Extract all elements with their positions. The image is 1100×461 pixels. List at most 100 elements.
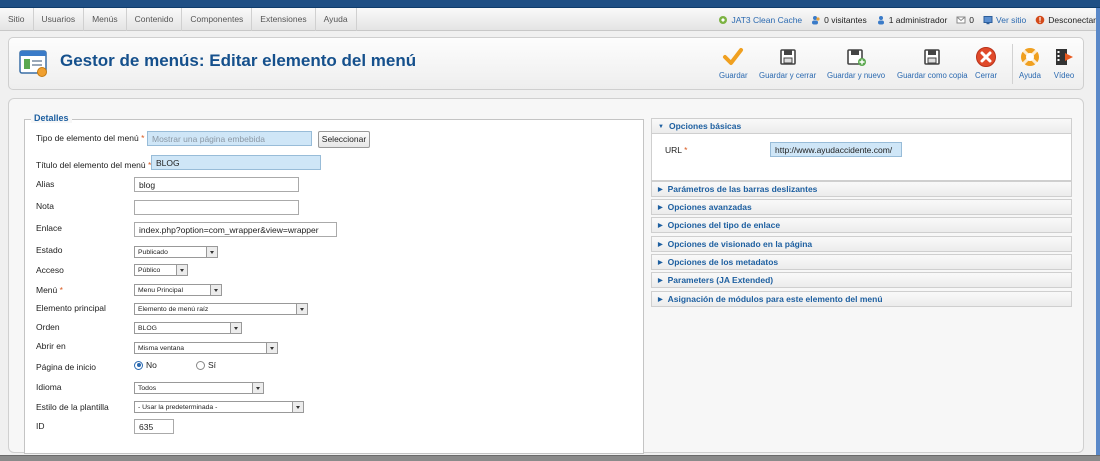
panel-sliders[interactable]: ▶ Parámetros de las barras deslizantes [651,181,1072,197]
menu-manager-icon [19,50,47,77]
parent-item-label: Elemento principal [36,303,106,313]
access-select[interactable]: Público [134,264,188,276]
panel-advanced[interactable]: ▶ Opciones avanzadas [651,199,1072,215]
page-title: Gestor de menús: Editar elemento del men… [60,51,417,70]
note-label: Nota [36,201,54,211]
alias-input[interactable]: blog [134,177,299,192]
save-new-label: Guardar y nuevo [827,71,886,80]
state-label: Estado [36,245,63,255]
logout-link[interactable]: Desconectar [1035,15,1096,25]
home-page-label: Página de inicio [36,362,97,372]
home-yes-radio[interactable]: Sí [196,360,216,370]
triangle-right-icon: ▶ [658,260,663,266]
order-select[interactable]: BLOG [134,322,242,334]
access-select-value: Público [138,267,161,274]
save-close-icon [779,49,796,65]
chevron-down-icon [210,285,221,295]
visitors-status: 0 visitantes [811,15,867,25]
triangle-right-icon: ▶ [658,205,663,211]
home-no-radio[interactable]: No [134,360,157,370]
panel-link-type[interactable]: ▶ Opciones del tipo de enlace [651,217,1072,233]
bottom-bar [0,455,1100,461]
clean-cache-label: JAT3 Clean Cache [731,14,803,25]
id-label: ID [36,421,45,431]
menu-item-contenido[interactable]: Contenido [127,8,183,31]
menu-item-usuarios[interactable]: Usuarios [34,8,85,31]
checkmark-icon [723,48,744,65]
panel-link-type-title: Opciones del tipo de enlace [667,220,781,230]
triangle-right-icon: ▶ [658,223,663,229]
save-new-button[interactable]: Guardar y nuevo [827,46,885,80]
menu-item-componentes[interactable]: Componentes [182,8,253,31]
triangle-down-icon: ▼ [658,124,664,130]
top-strip [0,0,1100,8]
panel-basic-options-title: Opciones básicas [668,121,742,131]
panel-page-display[interactable]: ▶ Opciones de visionado en la página [651,236,1072,252]
chevron-down-icon [252,383,263,393]
menu-item-type-field: Mostrar una página embebida [147,131,312,146]
save-copy-button[interactable]: Guardar como copia [897,46,968,80]
template-style-select[interactable]: - Usar la predeterminada - [134,401,304,413]
home-yes-label: Sí [208,360,217,370]
select-type-button[interactable]: Seleccionar [318,131,370,148]
note-input[interactable] [134,200,299,215]
menu-item-sitio[interactable]: Sitio [0,8,34,31]
language-select[interactable]: Todos [134,382,264,394]
save-button[interactable]: Guardar [719,46,748,80]
radio-empty-icon [196,360,205,370]
home-no-label: No [146,360,157,370]
panel-basic-options-body: URL * http://www.ayudaccidente.com/ [651,134,1072,181]
help-label: Ayuda [1019,71,1041,80]
chevron-down-icon [292,402,303,412]
view-site-label: Ver sitio [996,14,1027,25]
visitors-count: 0 visitantes [824,14,867,25]
open-in-select[interactable]: Misma ventana [134,342,278,354]
logout-label: Desconectar [1048,14,1096,25]
view-site-link[interactable]: Ver sitio [983,15,1026,25]
url-input[interactable]: http://www.ayudaccidente.com/ [770,142,902,157]
state-select[interactable]: Publicado [134,246,218,258]
panel-metadata[interactable]: ▶ Opciones de los metadatos [651,254,1072,270]
chevron-down-icon [266,343,277,353]
chevron-down-icon [230,323,241,333]
panel-basic-options[interactable]: ▼ Opciones básicas [651,118,1072,134]
panel-module-assignment-title: Asignación de módulos para este elemento… [667,294,883,304]
close-button[interactable]: Cerrar [975,46,997,80]
video-button[interactable]: Vídeo [1053,46,1075,80]
chevron-down-icon [176,265,187,275]
menu-item-type-label: Tipo de elemento del menú * [36,133,145,143]
close-label: Cerrar [975,71,998,80]
save-close-label: Guardar y cerrar [759,71,817,80]
link-label: Enlace [36,223,62,233]
messages-status[interactable]: 0 [956,15,974,25]
open-in-label: Abrir en [36,341,66,351]
panel-advanced-title: Opciones avanzadas [667,202,752,212]
menu-item-menus[interactable]: Menús [84,8,127,31]
panel-sliders-title: Parámetros de las barras deslizantes [667,184,818,194]
save-new-icon [847,49,867,66]
state-select-value: Publicado [138,249,168,256]
panel-module-assignment[interactable]: ▶ Asignación de módulos para este element… [651,291,1072,307]
mail-icon [956,16,966,23]
alias-label: Alias [36,179,55,189]
menu-item-title-input[interactable]: BLOG [151,155,321,170]
panel-ja-extended[interactable]: ▶ Parameters (JA Extended) [651,272,1072,288]
clean-cache-link[interactable]: JAT3 Clean Cache [718,15,802,25]
template-style-select-value: - Usar la predeterminada - [138,404,218,411]
admins-count: 1 administrador [888,14,948,25]
parent-item-select[interactable]: Elemento de menú raíz [134,303,308,315]
save-close-button[interactable]: Guardar y cerrar [759,46,816,80]
menu-select[interactable]: Menu Principal [134,284,222,296]
open-in-select-value: Misma ventana [138,345,185,352]
menu-item-ayuda[interactable]: Ayuda [316,8,357,31]
admins-status: 1 administrador [876,14,948,25]
id-field: 635 [134,419,174,434]
main-menu: Sitio Usuarios Menús Contenido Component… [0,8,357,31]
admin-menubar: Sitio Usuarios Menús Contenido Component… [0,8,1100,31]
help-button[interactable]: Ayuda [1019,46,1041,80]
toolbar-separator [1012,44,1013,84]
toolbar-box: Gestor de menús: Editar elemento del men… [8,37,1084,90]
menu-item-extensiones[interactable]: Extensiones [252,8,316,31]
video-icon [1056,49,1073,65]
link-field: index.php?option=com_wrapper&view=wrappe… [134,222,337,237]
